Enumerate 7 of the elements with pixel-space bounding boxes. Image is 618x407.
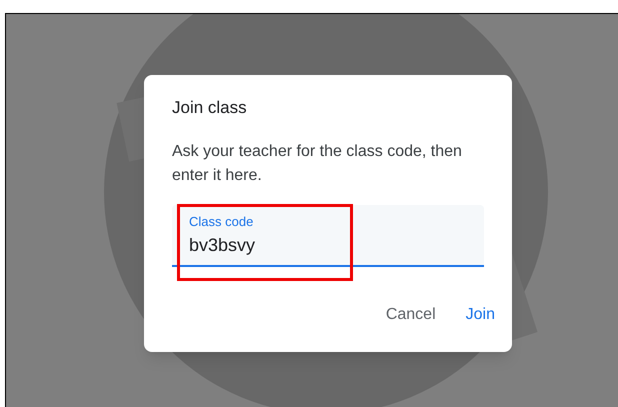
field-label: Class code — [189, 213, 254, 230]
join-button[interactable]: Join — [466, 303, 495, 327]
cancel-button[interactable]: Cancel — [386, 303, 436, 327]
field-value: bv3bsvy — [189, 234, 256, 257]
class-code-field[interactable]: Class code bv3bsvy — [172, 205, 484, 267]
dialog-message: Ask your teacher for the class code, then enter it here. — [172, 142, 463, 186]
dialog-title: Join class — [172, 97, 248, 119]
